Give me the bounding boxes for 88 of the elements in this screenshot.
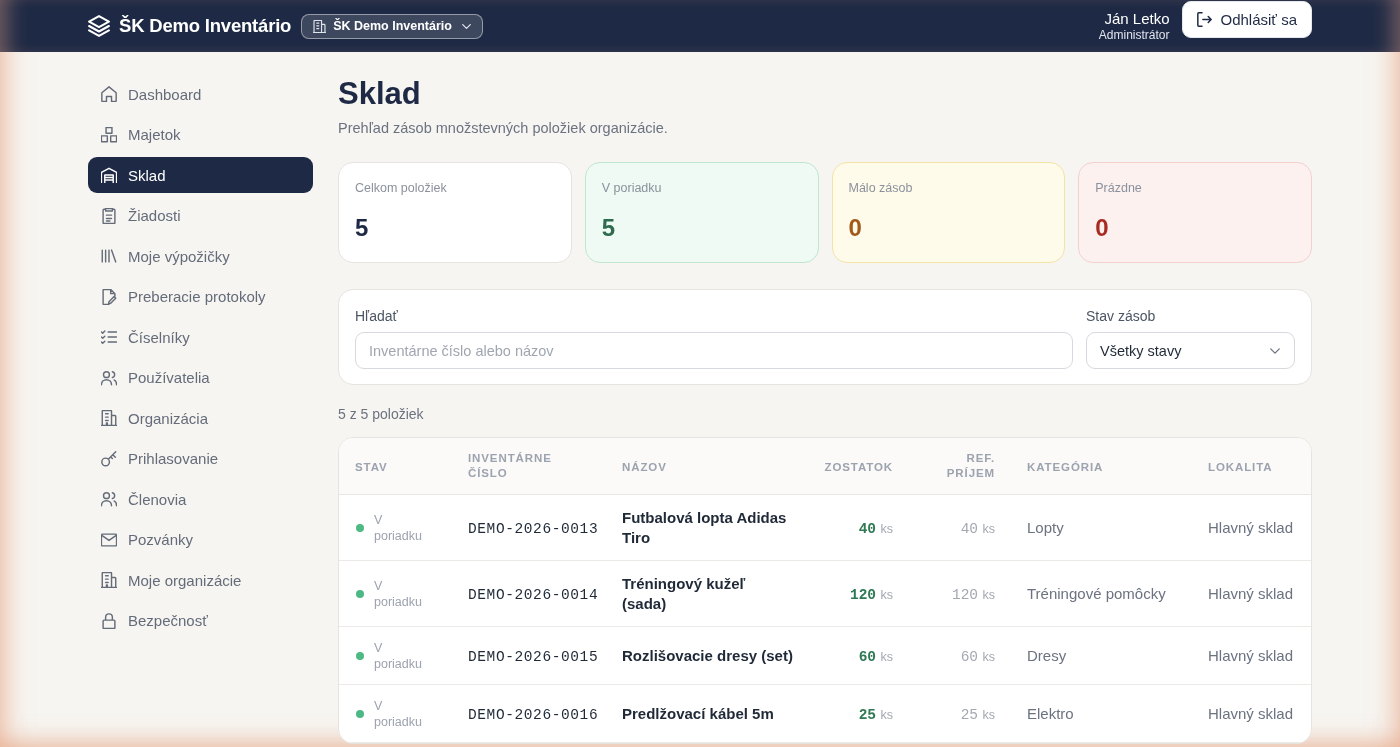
sidebar-item[interactable]: Prihlasovanie [88,440,313,477]
table-cell: DEMO-2026-0016 [468,706,599,723]
search-field[interactable]: Inventárne číslo alebo názov [355,332,1073,369]
lock-icon [101,612,117,629]
sidebar-item[interactable]: Pozvánky [88,521,313,558]
building-icon [313,19,327,33]
sidebar-item[interactable]: Členovia [88,481,313,517]
status-label: V poriadku [374,511,423,544]
home-icon [101,86,117,102]
user-name: Ján Letko [1104,9,1170,28]
sidebar-item[interactable]: Majetok [88,116,313,153]
checklist-icon [101,329,117,345]
column-header: INVENTÁRNE ČÍSLO [468,451,553,481]
sidebar-item[interactable]: Moje výpožičky [88,238,313,274]
table-cell-text: 25 ks [858,705,893,722]
table-cell: Hlavný sklad [1208,646,1294,664]
sidebar-item[interactable]: Číselníky [88,319,313,355]
sidebar-item[interactable]: Organizácia [88,400,313,436]
building-icon [101,410,117,426]
boxes-icon [101,126,117,143]
table-cell: Tréningový kužeľ (sada) [622,574,746,612]
table-cell-text: 60 ks [960,647,995,664]
stat-value: 0 [848,214,862,242]
table-cell: Rozlišovacie dresy (set) [622,646,793,664]
stat-label: Málo zásob [848,180,913,197]
status-label: V poriadku [374,639,423,672]
table-cell-text: 25 ks [960,705,995,722]
sidebar-item[interactable]: Sklad [88,157,313,193]
chevron-down-icon [461,23,471,29]
result-count: 5 z 5 položiek [338,405,424,424]
table-cell: Dresy [1027,646,1067,664]
stat-label: Prázdne [1095,180,1142,197]
stat-value: 5 [601,214,616,242]
table-cell: Hlavný sklad [1208,704,1294,722]
sidebar-item[interactable]: Preberacie protokoly [88,278,313,315]
page-title: Sklad [338,76,422,112]
user-role: Administrátor [1098,27,1170,43]
table-cell: Elektro [1027,704,1074,722]
mail-icon [101,531,117,548]
chevron-down-icon [1270,347,1280,354]
table-cell: DEMO-2026-0013 [468,520,599,537]
table-cell: DEMO-2026-0015 [468,648,599,665]
field-label: Stav zásob [1086,307,1156,326]
table-cell-text: 40 ks [960,519,995,536]
stat-value: 0 [1095,214,1109,242]
key-icon [101,450,117,467]
table-cell: Futbalová lopta Adidas Tiro [622,508,787,546]
column-header: KATEGÓRIA [1027,460,1104,475]
table-cell-text: 40 ks [858,519,893,536]
layers-icon [88,15,110,37]
column-header: LOKALITA [1208,460,1273,475]
building-icon [101,572,117,588]
column-header: ZOSTATOK [824,460,893,475]
logout-icon [1196,11,1212,27]
status-label: V poriadku [374,697,423,730]
sidebar-item[interactable]: Žiadosti [88,197,313,234]
table-cell-text: 120 ks [951,585,995,602]
stat-value: 5 [355,214,369,242]
table-cell-text: 120 ks [849,585,893,602]
table-cell: Hlavný sklad [1208,518,1294,536]
column-header: NÁZOV [622,460,667,475]
sidebar-item[interactable]: Moje organizácie [88,562,313,598]
table-cell: Lopty [1027,518,1064,536]
table-cell: Tréningové pomôcky [1027,584,1166,602]
page-subtitle: Prehľad zásob množstevných položiek organizácie. [338,119,669,138]
column-header: REF. PRÍJEM [945,451,995,481]
books-icon [101,248,117,264]
stat-label: V poriadku [601,180,662,197]
column-header: STAV [355,460,388,475]
document-pen-icon [101,288,117,305]
field-label: Hľadať [355,307,398,326]
table-cell-text: 60 ks [858,647,893,664]
stat-label: Celkom položiek [355,180,447,197]
table-cell: Predlžovací kábel 5m [622,704,774,722]
warehouse-icon [101,167,117,183]
sidebar-item[interactable]: Bezpečnosť [88,602,313,639]
stock-state-select[interactable]: Všetky stavy [1086,332,1295,369]
users-icon [101,369,117,386]
logout-button[interactable]: Odhlásiť sa [1181,0,1312,38]
clipboard-icon [101,207,117,224]
status-label: V poriadku [374,577,423,610]
sidebar-item[interactable]: Dashboard [88,76,313,112]
users-icon [101,491,117,507]
table-cell: DEMO-2026-0014 [468,586,599,603]
sidebar-item[interactable]: Používatelia [88,359,313,396]
organization-selector[interactable]: ŠK Demo Inventário [301,13,483,39]
table-cell: Hlavný sklad [1208,584,1294,602]
app-title: ŠK Demo Inventário [119,15,292,37]
